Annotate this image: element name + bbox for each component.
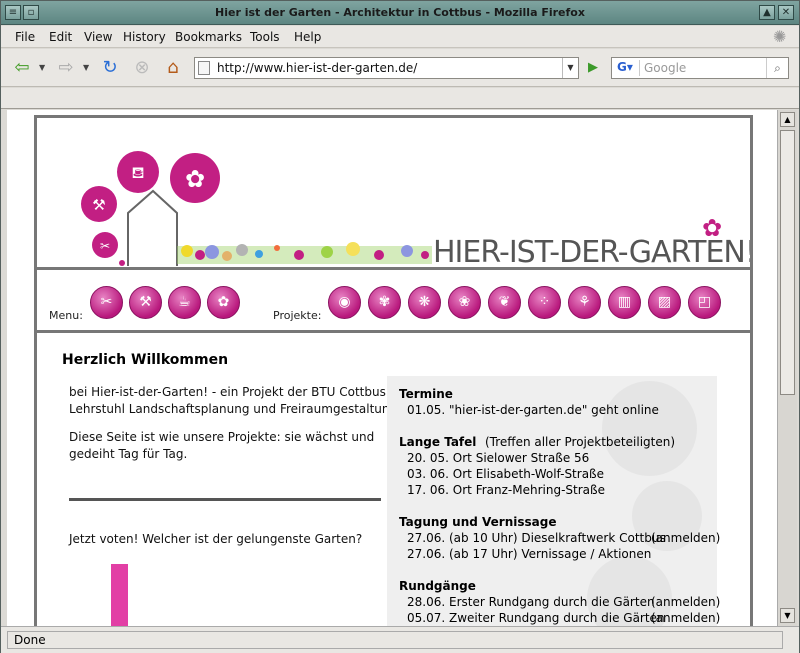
bookmarks-toolbar bbox=[1, 88, 799, 109]
separator bbox=[69, 498, 381, 501]
project-butterfly-icon[interactable]: ⚘ bbox=[568, 286, 601, 319]
go-icon[interactable]: ▶ bbox=[584, 59, 602, 77]
anmelden-link[interactable]: (anmelden) bbox=[651, 595, 720, 609]
vote-text[interactable]: Jetzt voten! Welcher ist der gelungenste… bbox=[69, 531, 362, 548]
menu-label: Menu: bbox=[49, 309, 83, 322]
tafel-heading: Lange Tafel bbox=[399, 435, 477, 449]
rundgang-item-1: 28.06. Erster Rundgang durch die Gärten bbox=[407, 595, 655, 609]
search-placeholder: Google bbox=[644, 61, 687, 75]
rundgang-item-2: 05.07. Zweiter Rundgang durch die Gärten bbox=[407, 611, 665, 625]
intro-line-2: Lehrstuhl Landschaftsplanung und Freirau… bbox=[69, 402, 398, 416]
site-frame: ⛾ ✿ ⚒ ✂ HIER-IST-DER-GARTEN! ✿ Menu: ✂ ⚒… bbox=[34, 115, 757, 626]
search-engine-icon[interactable]: G▾ bbox=[614, 60, 640, 76]
navigation-toolbar: ⇦ ▼ ⇨ ▼ ↻ ⊗ ⌂ http://www.hier-ist-der-ga… bbox=[1, 49, 799, 87]
nav-border-top bbox=[37, 267, 750, 270]
search-icon[interactable]: ⌕ bbox=[766, 58, 788, 78]
menu-tools[interactable]: Tools bbox=[250, 30, 280, 44]
page-icon bbox=[198, 61, 210, 75]
termine-item: 01.05. "hier-ist-der-garten.de" geht onl… bbox=[407, 403, 659, 417]
menu-flowers-icon[interactable]: ✿ bbox=[207, 286, 240, 319]
forward-icon[interactable]: ⇨ bbox=[53, 56, 79, 80]
menu-file[interactable]: File bbox=[15, 30, 35, 44]
title-bar[interactable]: ≡ ▫ Hier ist der Garten - Architektur in… bbox=[1, 1, 799, 25]
projekte-label: Projekte: bbox=[273, 309, 322, 322]
maximize-icon[interactable]: ▲ bbox=[759, 5, 775, 20]
project-leaf-icon[interactable]: ❦ bbox=[488, 286, 521, 319]
project-bubbles-icon[interactable]: ⁘ bbox=[528, 286, 561, 319]
menu-edit[interactable]: Edit bbox=[49, 30, 72, 44]
stop-icon[interactable]: ⊗ bbox=[129, 56, 155, 80]
menu-bookmarks[interactable]: Bookmarks bbox=[175, 30, 242, 44]
project-plant-icon[interactable]: ✾ bbox=[368, 286, 401, 319]
page-title: Herzlich Willkommen bbox=[62, 352, 229, 368]
nav-border-bottom bbox=[37, 330, 750, 333]
svg-text:⛾: ⛾ bbox=[131, 163, 144, 182]
tafel-item-1: 20. 05. Ort Sielower Straße 56 bbox=[407, 451, 590, 465]
vertical-scrollbar[interactable]: ▲ ▼ bbox=[777, 110, 797, 626]
throbber-icon: ✺ bbox=[773, 27, 787, 46]
tagung-item-1: 27.06. (ab 10 Uhr) Dieselkraftwerk Cottb… bbox=[407, 531, 666, 545]
grow-line-1: Diese Seite ist wie unsere Projekte: sie… bbox=[69, 430, 375, 444]
project-squares-icon[interactable]: ◰ bbox=[688, 286, 721, 319]
home-icon[interactable]: ⌂ bbox=[160, 56, 186, 80]
url-dropdown-icon[interactable]: ▼ bbox=[562, 58, 578, 78]
intro-line-1: bei Hier-ist-der-Garten! - ein Projekt d… bbox=[69, 385, 386, 399]
menu-view[interactable]: View bbox=[84, 30, 112, 44]
header-illustration: ⛾ ✿ ⚒ ✂ HIER-IST-DER-GARTEN! ✿ bbox=[81, 151, 757, 270]
window-title: Hier ist der Garten - Architektur in Cot… bbox=[215, 6, 585, 19]
tagung-heading: Tagung und Vernissage bbox=[399, 515, 557, 529]
back-icon[interactable]: ⇦ bbox=[9, 56, 35, 80]
svg-text:⚒: ⚒ bbox=[92, 196, 105, 214]
url-text: http://www.hier-ist-der-garten.de/ bbox=[217, 61, 418, 75]
close-icon[interactable]: ✕ bbox=[778, 5, 794, 20]
scroll-up-icon[interactable]: ▲ bbox=[780, 112, 795, 127]
menu-rake-icon[interactable]: ⚒ bbox=[129, 286, 162, 319]
browser-window: ≡ ▫ Hier ist der Garten - Architektur in… bbox=[0, 0, 800, 653]
url-field[interactable]: http://www.hier-ist-der-garten.de/ ▼ bbox=[194, 57, 579, 79]
status-text: Done bbox=[7, 631, 783, 649]
tafel-subheading: (Treffen aller Projektbeteiligten) bbox=[485, 435, 676, 449]
project-eye-icon[interactable]: ◉ bbox=[328, 286, 361, 319]
menu-tools-icon[interactable]: ✂ bbox=[90, 286, 123, 319]
search-input[interactable]: G▾ Google ⌕ bbox=[611, 57, 789, 79]
project-barcode-icon[interactable]: ▥ bbox=[608, 286, 641, 319]
termine-heading: Termine bbox=[399, 387, 453, 401]
svg-text:✿: ✿ bbox=[702, 214, 722, 242]
project-pattern-icon[interactable]: ❋ bbox=[408, 286, 441, 319]
vote-bar bbox=[111, 564, 128, 626]
project-flower-icon[interactable]: ❀ bbox=[448, 286, 481, 319]
anmelden-link[interactable]: (anmelden) bbox=[651, 611, 720, 625]
tafel-item-3: 17. 06. Ort Franz-Mehring-Straße bbox=[407, 483, 605, 497]
svg-text:✿: ✿ bbox=[185, 165, 205, 193]
scroll-thumb[interactable] bbox=[780, 130, 795, 395]
svg-text:✂: ✂ bbox=[100, 239, 110, 253]
page-content: ⛾ ✿ ⚒ ✂ HIER-IST-DER-GARTEN! ✿ Menu: ✂ ⚒… bbox=[7, 110, 777, 626]
back-dropdown-icon[interactable]: ▼ bbox=[39, 63, 45, 72]
menu-history[interactable]: History bbox=[123, 30, 166, 44]
menu-help[interactable]: Help bbox=[294, 30, 321, 44]
scroll-down-icon[interactable]: ▼ bbox=[780, 608, 795, 623]
project-stripes-icon[interactable]: ▨ bbox=[648, 286, 681, 319]
rundgaenge-heading: Rundgänge bbox=[399, 579, 476, 593]
tagung-item-2: 27.06. (ab 17 Uhr) Vernissage / Aktionen bbox=[407, 547, 652, 561]
anmelden-link[interactable]: (anmelden) bbox=[651, 531, 720, 545]
forward-dropdown-icon[interactable]: ▼ bbox=[83, 63, 89, 72]
status-bar: Done bbox=[1, 626, 799, 653]
tafel-item-2: 03. 06. Ort Elisabeth-Wolf-Straße bbox=[407, 467, 604, 481]
menu-watering-can-icon[interactable]: ☕ bbox=[168, 286, 201, 319]
reload-icon[interactable]: ↻ bbox=[97, 56, 123, 80]
grow-line-2: gedeiht Tag für Tag. bbox=[69, 447, 188, 461]
site-header: ⛾ ✿ ⚒ ✂ HIER-IST-DER-GARTEN! ✿ bbox=[37, 118, 757, 270]
menu-bar: File Edit View History Bookmarks Tools H… bbox=[1, 26, 799, 48]
deco-circle bbox=[602, 381, 697, 476]
